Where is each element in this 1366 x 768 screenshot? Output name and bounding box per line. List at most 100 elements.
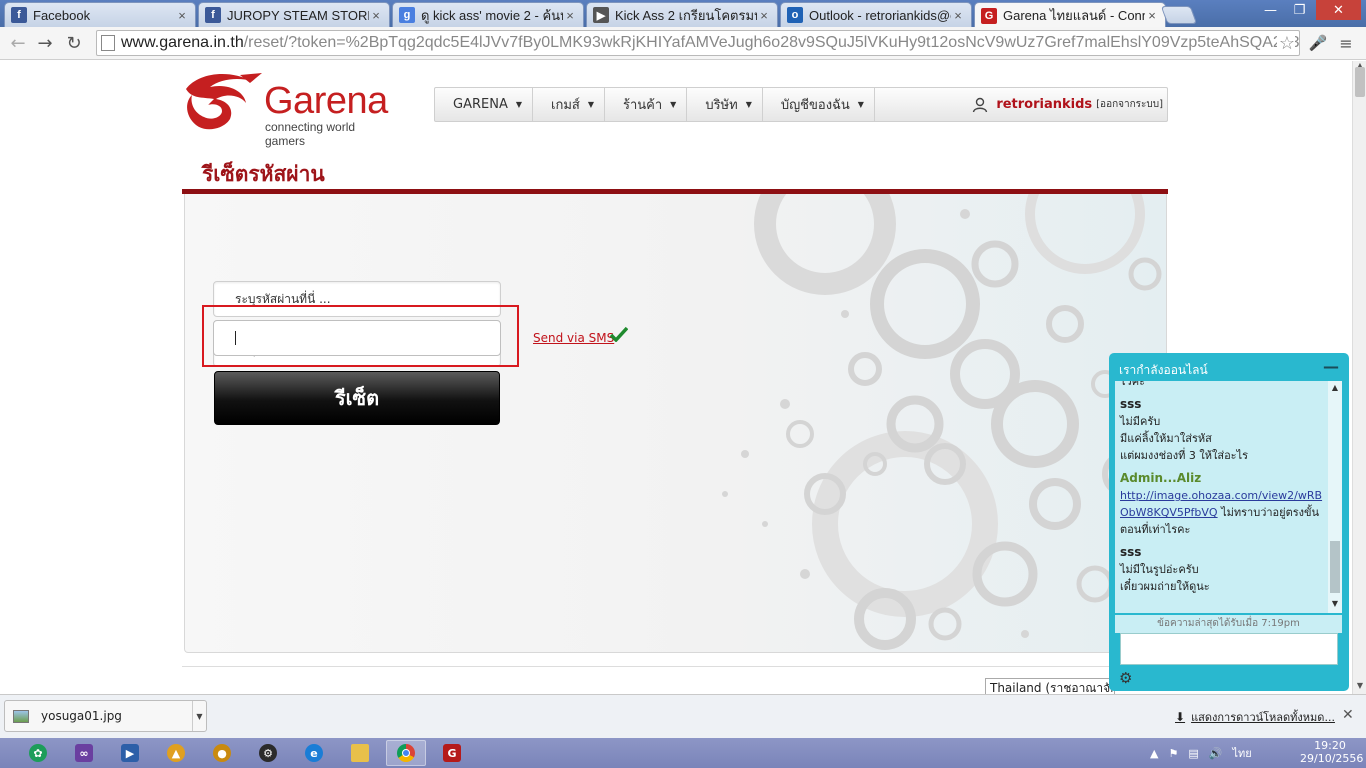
taskbar-internet-explorer[interactable]: e xyxy=(294,740,334,766)
scrollbar-thumb[interactable] xyxy=(1355,67,1365,97)
tab-label: Kick Ass 2 เกรียนโคตรมหาประลัย xyxy=(615,7,757,23)
show-all-downloads-link[interactable]: ⬇ แสดงการดาวน์โหลดทั้งหมด... xyxy=(1175,708,1335,726)
garena-logo[interactable]: Garena connecting world gamers xyxy=(180,69,395,148)
download-item[interactable]: yosuga01.jpg ▼ xyxy=(4,700,207,732)
nav-menu-item[interactable]: เกมส์ ▼ xyxy=(533,88,605,121)
menu-icon[interactable]: ≡ xyxy=(1334,32,1358,54)
chat-scroll-up-icon[interactable]: ▲ xyxy=(1328,383,1342,392)
tray-expand-icon[interactable]: ▲ xyxy=(1150,747,1158,760)
chat-message-partial: ไว้ค่ะ xyxy=(1120,381,1145,388)
steam-icon: ⚙ xyxy=(259,744,277,762)
checkmark-icon xyxy=(610,326,628,342)
tab-close-icon[interactable]: × xyxy=(951,8,965,23)
garena-app-icon: G xyxy=(443,744,461,762)
nav-menu-item[interactable]: บริษัท ▼ xyxy=(687,88,763,121)
network-icon[interactable]: ▤ xyxy=(1188,747,1198,760)
nav-menu-item[interactable]: GARENA ▼ xyxy=(435,88,533,121)
chat-header-title: เรากำลังออนไลน์ xyxy=(1119,363,1208,377)
show-all-downloads-label: แสดงการดาวน์โหลดทั้งหมด... xyxy=(1191,711,1335,724)
tab-label: Garena ไทยแลนด์ - Connecting World Gamer… xyxy=(1003,8,1145,23)
browser-tab[interactable]: G Garena ไทยแลนด์ - Connecting World Game… xyxy=(974,2,1166,28)
chat-minimize-button[interactable]: — xyxy=(1323,357,1339,376)
chat-log: ไว้ค่ะ sss ไม่มีครับ มีแค่ลิ้งให้มาใส่รหัส… xyxy=(1115,381,1342,613)
url-host: www.garena.in.th xyxy=(121,34,244,51)
taskbar-game-app-2[interactable]: ● xyxy=(202,740,242,766)
tab-close-icon[interactable]: × xyxy=(757,8,771,23)
country-select[interactable]: Thailand (ราชอาณาจักรไทย) xyxy=(985,678,1115,694)
bookmark-star-icon[interactable]: ☆ xyxy=(1276,33,1295,54)
nav-menu-label: GARENA xyxy=(453,97,508,112)
chevron-down-icon: ▼ xyxy=(670,100,677,109)
brand-tagline: connecting world gamers xyxy=(265,120,356,148)
minimize-window-button[interactable]: — xyxy=(1257,0,1284,20)
garena-icon: G xyxy=(981,7,997,24)
tab-close-icon[interactable]: × xyxy=(175,8,189,23)
chrome-icon xyxy=(397,744,415,762)
visual-studio-icon: ∞ xyxy=(75,744,93,762)
nav-menu-label: ร้านค้า xyxy=(622,98,663,113)
brand-wordmark: Garena xyxy=(264,80,388,122)
forward-button[interactable]: → xyxy=(33,32,57,54)
download-arrow-icon: ⬇ xyxy=(1175,710,1186,724)
media-player-icon: ▶ xyxy=(121,744,139,762)
microphone-icon[interactable]: 🎤 xyxy=(1306,32,1330,54)
taskbar-game-app-1[interactable]: ▲ xyxy=(156,740,196,766)
action-center-flag-icon[interactable]: ⚑ xyxy=(1168,747,1178,760)
chat-scrollbar[interactable]: ▲ ▼ xyxy=(1328,381,1342,613)
download-filename: yosuga01.jpg xyxy=(41,709,122,723)
nav-menu-label: บัญชีของฉัน xyxy=(780,98,850,113)
volume-icon[interactable]: 🔊 xyxy=(1209,747,1223,760)
start-button[interactable]: ✿ xyxy=(18,740,58,766)
system-tray: ▲ ⚑ ▤ 🔊 ไทย xyxy=(1150,738,1262,768)
input-language-indicator[interactable]: ไทย xyxy=(1232,744,1251,762)
verification-code-field[interactable] xyxy=(213,320,501,356)
tab-label: ดู kick ass' movie 2 - ค้นหาด้วย Google xyxy=(421,7,563,23)
tab-close-icon[interactable]: × xyxy=(563,8,577,23)
browser-tab[interactable]: f Facebook × xyxy=(4,2,196,27)
tab-label: Outlook - retroriankids@outlook.com xyxy=(809,7,951,23)
nav-menu-item[interactable]: ร้านค้า ▼ xyxy=(605,88,688,121)
browser-tab[interactable]: ▶ Kick Ass 2 เกรียนโคตรมหาประลัย× xyxy=(586,2,778,27)
chat-scrollbar-thumb[interactable] xyxy=(1330,541,1340,593)
taskbar-media-app[interactable]: ▶ xyxy=(110,740,150,766)
chat-message-input[interactable] xyxy=(1120,633,1338,665)
address-bar[interactable]: www.garena.in.th/reset/?token=%2BpTqg2qd… xyxy=(96,30,1300,56)
chat-message-line: ไม่มีในรูปอ่ะครับ xyxy=(1120,563,1199,576)
username-link[interactable]: retroriankids xyxy=(996,97,1092,112)
back-button[interactable]: ← xyxy=(6,32,30,54)
taskbar-steam[interactable]: ⚙ xyxy=(248,740,288,766)
scroll-down-arrow-icon[interactable]: ▼ xyxy=(1353,681,1366,690)
chat-message-line: แต่ผมงงช่องที่ 3 ให้ใส่อะไร xyxy=(1120,449,1249,462)
taskbar-chrome[interactable] xyxy=(386,740,426,766)
image-file-icon xyxy=(13,709,29,723)
close-download-shelf-button[interactable]: ✕ xyxy=(1342,707,1354,723)
new-tab-button[interactable] xyxy=(1160,6,1198,24)
url-path: /reset/?token=%2BpTqg2qdc5E4lJVv7fBy0LMK… xyxy=(243,34,1300,51)
download-options-chevron-icon[interactable]: ▼ xyxy=(192,701,206,731)
page-scrollbar[interactable]: ▲ ▼ xyxy=(1352,61,1366,694)
nav-menu-item[interactable]: บัญชีของฉัน ▼ xyxy=(763,88,875,121)
maximize-window-button[interactable]: ❐ xyxy=(1286,0,1313,20)
page-title: รีเซ็ตรหัสผ่าน xyxy=(202,162,325,186)
logout-link[interactable]: [ออกจากระบบ] xyxy=(1096,97,1163,112)
tab-close-icon[interactable]: × xyxy=(369,8,383,23)
tab-close-icon[interactable]: × xyxy=(1145,8,1159,23)
browser-tab[interactable]: f JUROPY STEAM STORE × xyxy=(198,2,390,27)
reset-button[interactable]: รีเซ็ต xyxy=(214,371,500,425)
browser-tab[interactable]: g ดู kick ass' movie 2 - ค้นหาด้วย Google… xyxy=(392,2,584,27)
nav-menu-label: บริษัท xyxy=(705,98,738,113)
chat-sender-name: Admin...Aliz xyxy=(1120,471,1202,485)
system-clock[interactable]: 19:20 29/10/2556 xyxy=(1300,739,1363,765)
chat-scroll-down-icon[interactable]: ▼ xyxy=(1328,599,1342,608)
send-via-sms-link[interactable]: Send via SMS xyxy=(533,331,614,345)
chat-settings-gear-icon[interactable]: ⚙ xyxy=(1119,669,1132,687)
taskbar-visual-studio[interactable]: ∞ xyxy=(64,740,104,766)
nav-menu-label: เกมส์ xyxy=(551,98,580,113)
text-cursor xyxy=(235,331,236,345)
browser-tab[interactable]: o Outlook - retroriankids@outlook.com× xyxy=(780,2,972,27)
taskbar-garena[interactable]: G xyxy=(432,740,472,766)
close-window-button[interactable]: ✕ xyxy=(1316,0,1361,20)
footer-divider xyxy=(182,666,1168,667)
reload-button[interactable]: ↻ xyxy=(62,32,86,54)
taskbar-file-explorer[interactable] xyxy=(340,740,380,766)
